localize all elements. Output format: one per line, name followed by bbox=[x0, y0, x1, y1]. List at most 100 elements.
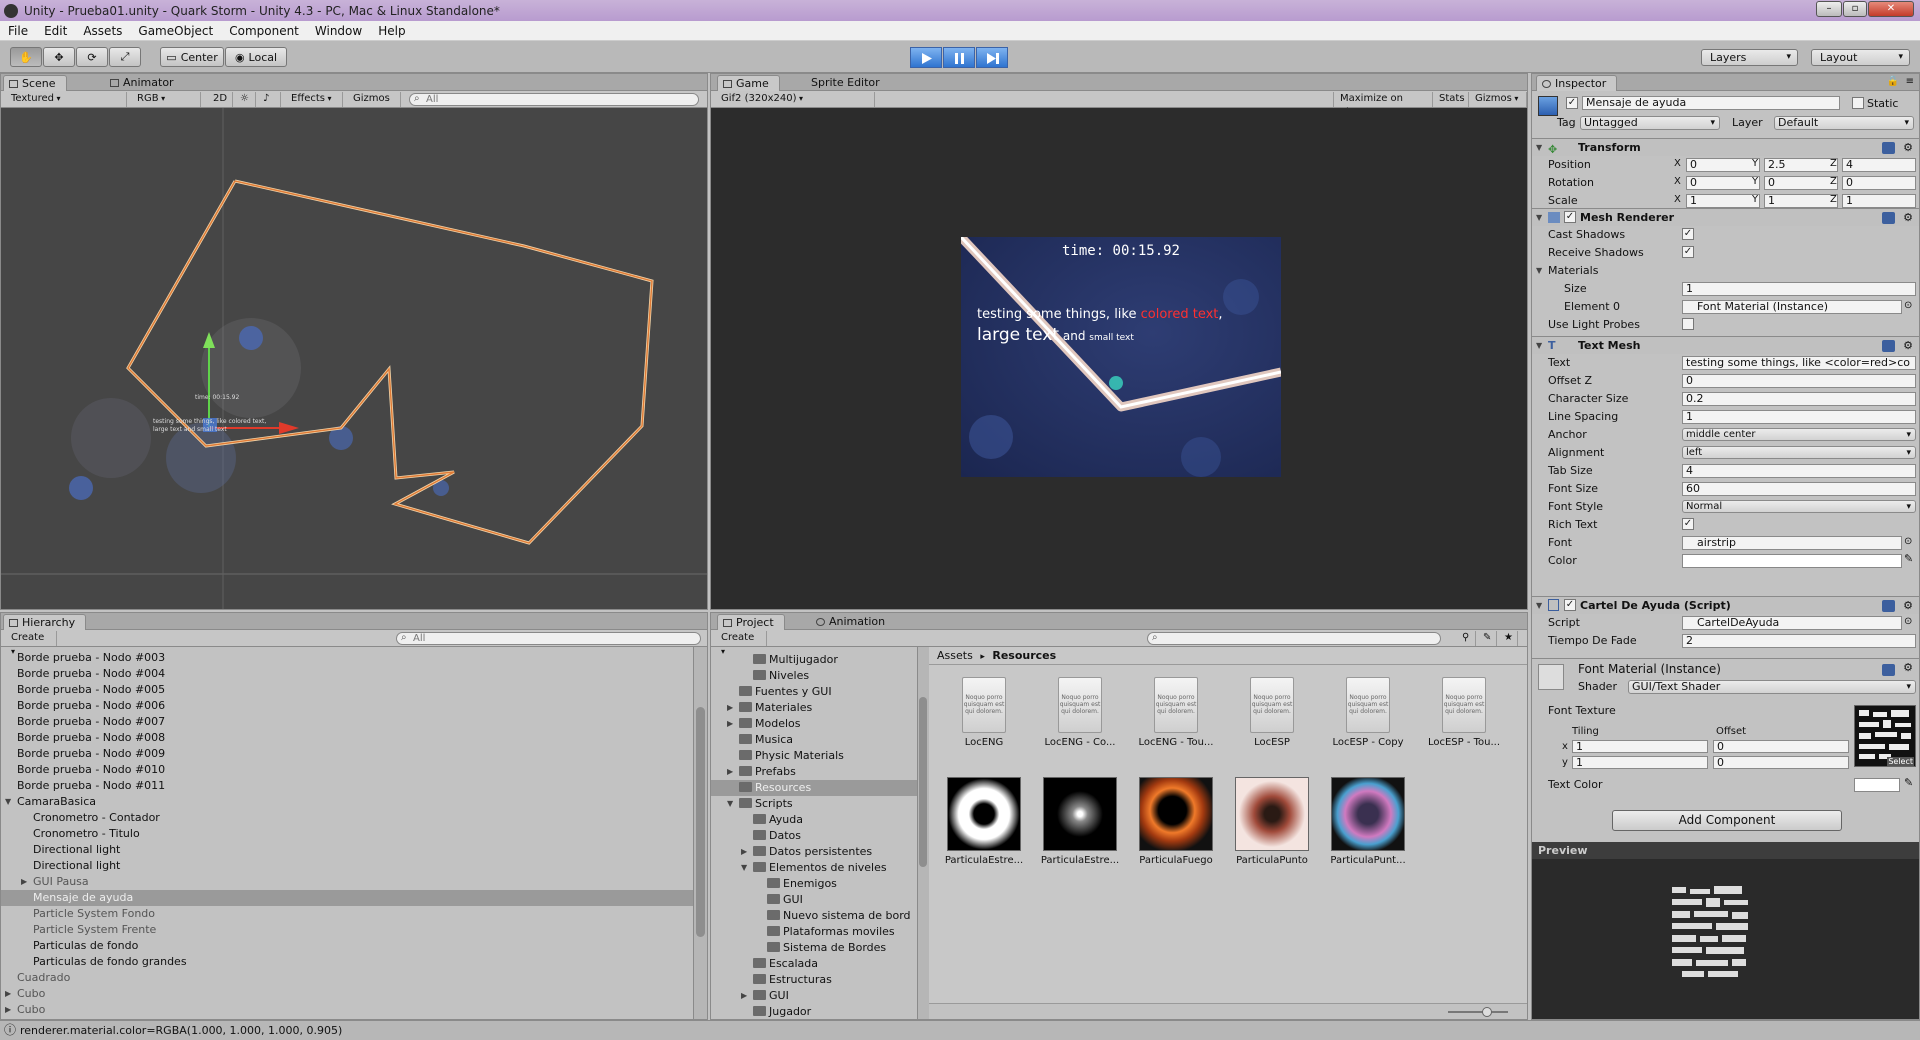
rotate-tool-button[interactable]: ⟳ bbox=[76, 47, 108, 67]
zoom-slider-track[interactable] bbox=[1448, 1011, 1508, 1013]
eyedropper-icon[interactable]: ✎ bbox=[1904, 776, 1913, 789]
tab-scene[interactable]: Scene bbox=[3, 75, 67, 91]
hierarchy-item[interactable]: Borde prueba - Nodo #008 bbox=[1, 730, 693, 746]
audio-toggle[interactable]: ♪ bbox=[257, 92, 281, 107]
step-button[interactable] bbox=[976, 47, 1008, 68]
lighting-toggle[interactable]: ☼ bbox=[234, 92, 256, 107]
foldout-arrow-icon[interactable]: ▶ bbox=[741, 844, 747, 860]
tab-sprite-editor[interactable]: Sprite Editor bbox=[803, 75, 890, 91]
foldout-arrow-icon[interactable]: ▶ bbox=[5, 986, 11, 1002]
foldout-arrow-icon[interactable]: ▼ bbox=[741, 860, 747, 876]
scene-gizmos-dropdown[interactable]: Gizmos bbox=[347, 92, 401, 107]
project-folder-item[interactable]: ▼ Elementos de niveles bbox=[711, 860, 917, 876]
draw-mode-dropdown[interactable]: Textured bbox=[5, 92, 127, 107]
project-folder-item[interactable]: Plataformas moviles bbox=[711, 924, 917, 940]
transform-header[interactable]: ▼ ✥ Transform ⚙ bbox=[1532, 138, 1919, 156]
asset-texture[interactable]: ParticulaPunto bbox=[1227, 777, 1317, 866]
help-icon[interactable] bbox=[1882, 142, 1895, 154]
static-checkbox[interactable] bbox=[1852, 97, 1864, 109]
materials-size-field[interactable]: 1 bbox=[1682, 282, 1916, 296]
foldout-arrow-icon[interactable]: ▼ bbox=[727, 796, 733, 812]
menu-window[interactable]: Window bbox=[307, 24, 370, 38]
pivot-local-button[interactable]: ◉ Local bbox=[225, 47, 287, 67]
asset-texture[interactable]: ParticulaEstre... bbox=[939, 777, 1029, 866]
layout-dropdown[interactable]: Layout bbox=[1811, 49, 1910, 66]
scale-x-field[interactable]: 1 bbox=[1686, 194, 1760, 208]
object-picker-icon[interactable]: ⊙ bbox=[1904, 536, 1912, 547]
anchor-dropdown[interactable]: middle center bbox=[1682, 428, 1916, 441]
text-color-swatch[interactable] bbox=[1854, 778, 1900, 792]
favorites-button[interactable]: ★ bbox=[1498, 631, 1518, 646]
menu-assets[interactable]: Assets bbox=[75, 24, 130, 38]
maximize-on-play-toggle[interactable]: Maximize on Play bbox=[1333, 92, 1433, 118]
minimize-button[interactable]: – bbox=[1816, 1, 1842, 17]
preview-header[interactable]: Preview bbox=[1532, 842, 1919, 859]
project-folder-item[interactable]: ▼ Scripts bbox=[711, 796, 917, 812]
hierarchy-item[interactable]: Borde prueba - Nodo #003 bbox=[1, 650, 693, 666]
select-texture-button[interactable]: Select bbox=[1887, 757, 1914, 766]
project-folder-item[interactable]: ▶ Materiales bbox=[711, 700, 917, 716]
foldout-arrow-icon[interactable]: ▶ bbox=[741, 988, 747, 1004]
project-folder-item[interactable]: Physic Materials bbox=[711, 748, 917, 764]
lock-icon[interactable]: 🔒 bbox=[1887, 76, 1899, 87]
mode-2d-toggle[interactable]: 2D bbox=[207, 92, 233, 107]
char-size-field[interactable]: 0.2 bbox=[1682, 392, 1916, 406]
font-texture-thumbnail[interactable]: Select bbox=[1854, 705, 1916, 767]
game-gizmos-dropdown[interactable]: Gizmos bbox=[1469, 92, 1527, 107]
foldout-arrow-icon[interactable]: ▶ bbox=[21, 874, 27, 890]
gear-icon[interactable]: ⚙ bbox=[1903, 209, 1913, 227]
project-folder-item[interactable]: Musica bbox=[711, 732, 917, 748]
foldout-arrow-icon[interactable]: ▶ bbox=[5, 1002, 11, 1018]
gameobject-active-checkbox[interactable]: ✓ bbox=[1566, 97, 1578, 109]
gear-icon[interactable]: ⚙ bbox=[1903, 661, 1913, 674]
tab-game[interactable]: Game bbox=[717, 75, 780, 91]
materials-foldout-icon[interactable]: ▼ bbox=[1536, 266, 1542, 275]
project-search-input[interactable] bbox=[1147, 632, 1441, 645]
maximize-button[interactable]: ▫ bbox=[1843, 1, 1867, 17]
project-folder-item[interactable]: Jugador bbox=[711, 1004, 917, 1019]
hierarchy-item[interactable]: Directional light bbox=[1, 842, 693, 858]
stats-toggle[interactable]: Stats bbox=[1433, 92, 1469, 107]
light-probes-checkbox[interactable] bbox=[1682, 318, 1694, 330]
text-mesh-header[interactable]: ▼ T Text Mesh ⚙ bbox=[1532, 336, 1919, 354]
foldout-arrow-icon[interactable]: ▶ bbox=[727, 764, 733, 780]
font-field[interactable]: airstrip bbox=[1682, 536, 1902, 550]
gear-icon[interactable]: ⚙ bbox=[1903, 337, 1913, 355]
project-folder-item[interactable]: Niveles bbox=[711, 668, 917, 684]
tab-size-field[interactable]: 4 bbox=[1682, 464, 1916, 478]
hierarchy-item[interactable]: Directional light bbox=[1, 858, 693, 874]
pivot-center-button[interactable]: ▭ Center bbox=[160, 47, 224, 67]
rotation-z-field[interactable]: 0 bbox=[1842, 176, 1916, 190]
scale-tool-button[interactable]: ⤢ bbox=[109, 47, 141, 67]
aspect-dropdown[interactable]: Gif2 (320x240) bbox=[715, 92, 875, 107]
tiling-y-field[interactable]: 1 bbox=[1572, 756, 1708, 769]
pause-button[interactable] bbox=[943, 47, 975, 68]
help-icon[interactable] bbox=[1882, 664, 1895, 676]
close-button[interactable]: ✕ bbox=[1868, 1, 1914, 17]
tab-animation[interactable]: Animation bbox=[811, 614, 895, 630]
foldout-arrow-icon[interactable]: ▶ bbox=[727, 700, 733, 716]
hierarchy-item[interactable]: Borde prueba - Nodo #011 bbox=[1, 778, 693, 794]
project-folder-item[interactable]: Sistema de Bordes bbox=[711, 940, 917, 956]
scene-viewport[interactable]: time: 00:15.92 testing some things, like… bbox=[1, 108, 707, 609]
font-size-field[interactable]: 60 bbox=[1682, 482, 1916, 496]
project-folder-item[interactable]: Enemigos bbox=[711, 876, 917, 892]
shader-dropdown[interactable]: GUI/Text Shader bbox=[1628, 680, 1916, 694]
asset-text-file[interactable]: Noquo porro quisquam est qui dolorem. Loc… bbox=[1227, 677, 1317, 748]
hierarchy-item[interactable]: Borde prueba - Nodo #007 bbox=[1, 714, 693, 730]
tab-inspector[interactable]: Inspector bbox=[1536, 75, 1618, 91]
play-button[interactable] bbox=[910, 47, 942, 68]
project-tree-scroll-thumb[interactable] bbox=[919, 697, 927, 867]
gear-icon[interactable]: ⚙ bbox=[1903, 597, 1913, 615]
hierarchy-item[interactable]: Cronometro - Contador bbox=[1, 810, 693, 826]
breadcrumb-resources[interactable]: Resources bbox=[992, 649, 1056, 662]
offset-y-field[interactable]: 0 bbox=[1713, 756, 1849, 769]
rotation-y-field[interactable]: 0 bbox=[1764, 176, 1838, 190]
hierarchy-item[interactable]: Cuadrado bbox=[1, 970, 693, 986]
hierarchy-item[interactable]: Particle System Fondo bbox=[1, 906, 693, 922]
asset-text-file[interactable]: Noquo porro quisquam est qui dolorem. Loc… bbox=[939, 677, 1029, 748]
scale-z-field[interactable]: 1 bbox=[1842, 194, 1916, 208]
add-component-button[interactable]: Add Component bbox=[1612, 810, 1842, 831]
project-folder-item[interactable]: Multijugador bbox=[711, 652, 917, 668]
asset-text-file[interactable]: Noquo porro quisquam est qui dolorem. Loc… bbox=[1419, 677, 1509, 748]
